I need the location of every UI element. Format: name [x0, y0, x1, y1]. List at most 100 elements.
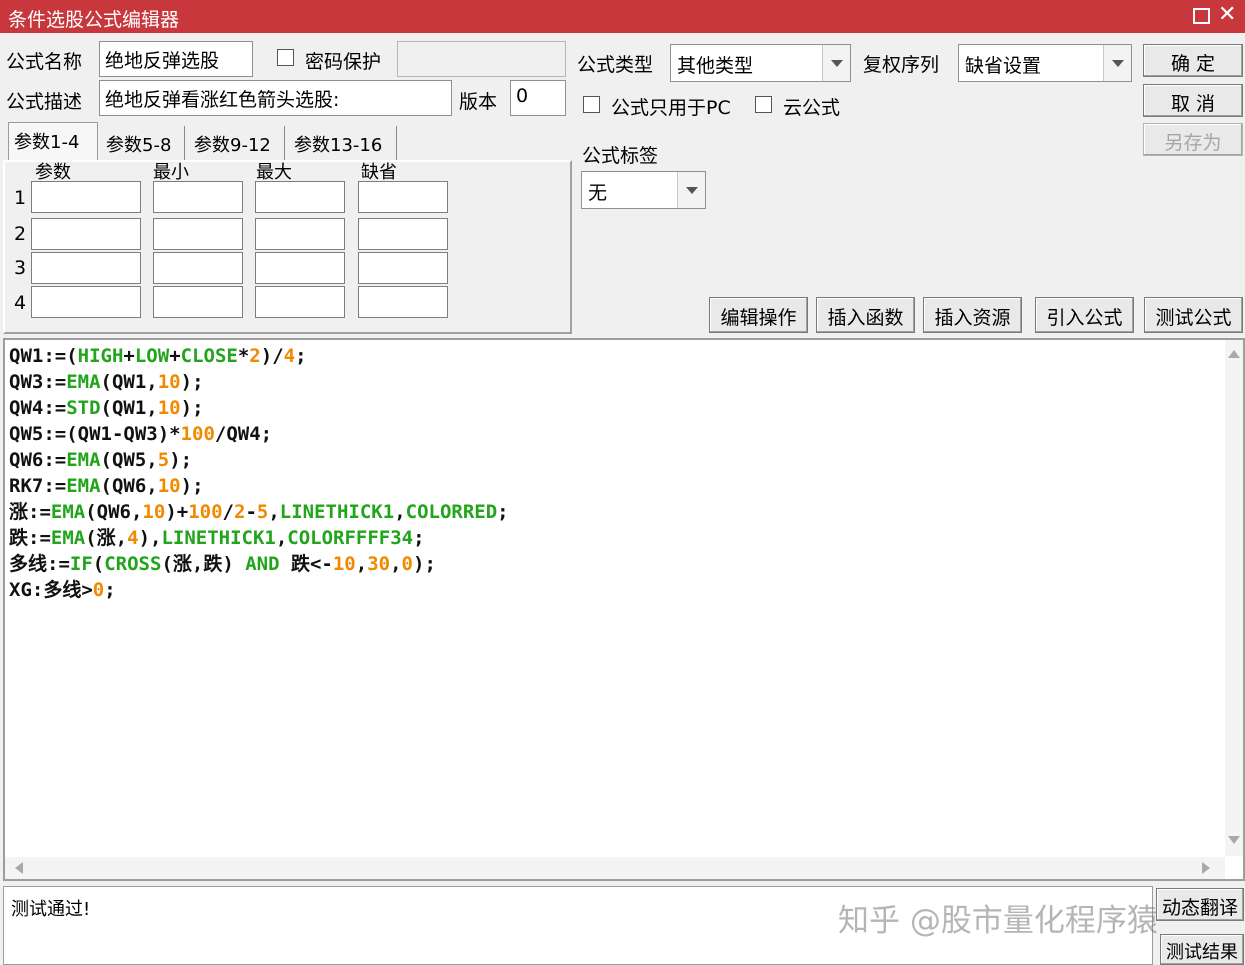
code-line[interactable]: QW3:=EMA(QW1,10); [9, 369, 509, 395]
tab-params-13-16[interactable]: 参数13-16 [289, 126, 397, 161]
code-token: 10 [157, 397, 181, 419]
code-token: 30 [367, 553, 391, 575]
cancel-button[interactable]: 取 消 [1143, 84, 1243, 117]
test-formula-button[interactable]: 测试公式 [1144, 297, 1243, 333]
password-input[interactable] [397, 41, 566, 77]
code-token: ; [104, 579, 116, 601]
code-token: COLORRED [405, 501, 498, 523]
test-result-button[interactable]: 测试结果 [1160, 934, 1244, 965]
insert-function-button[interactable]: 插入函数 [816, 297, 915, 333]
code-token: (涨,跌) [161, 553, 246, 575]
import-formula-button[interactable]: 引入公式 [1035, 297, 1134, 333]
code-token: 100 [188, 501, 223, 523]
param-2-max-input[interactable] [255, 218, 345, 250]
password-checkbox[interactable] [277, 49, 294, 66]
code-token: COLORFFFF34 [287, 527, 414, 549]
tab-params-9-12[interactable]: 参数9-12 [189, 126, 285, 161]
code-token: CROSS [104, 553, 162, 575]
code-line[interactable]: 涨:=EMA(QW6,10)+100/2-5,LINETHICK1,COLORR… [9, 499, 509, 525]
code-token: , [394, 501, 406, 523]
scroll-up-icon[interactable] [1228, 350, 1240, 358]
code-token: 多线:= [9, 553, 70, 575]
code-token: 10 [157, 371, 181, 393]
scroll-down-icon[interactable] [1228, 836, 1240, 844]
chevron-down-icon[interactable] [677, 172, 705, 208]
param-row-number: 1 [14, 187, 27, 209]
chevron-down-icon[interactable] [1103, 45, 1131, 81]
code-token: , [275, 527, 288, 549]
param-3-default-input[interactable] [358, 252, 448, 284]
param-4-min-input[interactable] [153, 286, 243, 318]
param-1-max-input[interactable] [255, 181, 345, 213]
code-token: QW3:= [9, 371, 67, 393]
code-token: 100 [180, 423, 215, 445]
code-token: LINETHICK1 [279, 501, 395, 523]
formula-tag-value: 无 [588, 182, 608, 204]
fq-series-select[interactable]: 缺省设置 [958, 44, 1132, 82]
param-4-max-input[interactable] [255, 286, 345, 318]
formula-desc-input[interactable]: 绝地反弹看涨红色箭头选股: [99, 80, 452, 116]
code-token: EMA [50, 527, 86, 549]
save-as-button[interactable]: 另存为 [1143, 123, 1243, 156]
ok-button-label: 确 定 [1170, 53, 1216, 75]
param-1-min-input[interactable] [153, 181, 243, 213]
formula-name-input[interactable]: 绝地反弹选股 [99, 41, 253, 77]
param-row-number: 2 [14, 223, 27, 245]
code-token: (QW6, [100, 475, 158, 497]
maximize-icon[interactable] [1193, 8, 1210, 24]
code-token: 5 [157, 449, 170, 471]
vertical-scrollbar[interactable] [1225, 340, 1243, 856]
param-4-default-input[interactable] [358, 286, 448, 318]
param-4-name-input[interactable] [31, 286, 141, 318]
version-input[interactable]: 0 [510, 80, 566, 116]
param-2-min-input[interactable] [153, 218, 243, 250]
code-line[interactable]: QW4:=STD(QW1,10); [9, 395, 509, 421]
code-token: , [390, 553, 402, 575]
code-token: ); [180, 475, 204, 497]
code-token: ( [92, 553, 105, 575]
param-3-name-input[interactable] [31, 252, 141, 284]
code-token: 4 [283, 345, 296, 367]
test-result-button-label: 测试结果 [1166, 942, 1238, 963]
formula-tag-select[interactable]: 无 [581, 171, 706, 209]
code-line[interactable]: 跌:=EMA(涨,4),LINETHICK1,COLORFFFF34; [9, 525, 509, 551]
chevron-down-icon[interactable] [822, 45, 850, 81]
tab-params-1-4[interactable]: 参数1-4 [8, 122, 98, 162]
tab-params-5-8[interactable]: 参数5-8 [101, 126, 185, 161]
code-token: 2 [249, 345, 261, 367]
insert-resource-button[interactable]: 插入资源 [923, 297, 1022, 333]
edit-ops-button[interactable]: 编辑操作 [709, 297, 808, 333]
code-line[interactable]: RK7:=EMA(QW6,10); [9, 473, 509, 499]
param-2-name-input[interactable] [31, 218, 141, 250]
code-token: - [245, 501, 257, 523]
code-line[interactable]: QW1:=(HIGH+LOW+CLOSE*2)/4; [9, 343, 509, 369]
param-2-default-input[interactable] [358, 218, 448, 250]
code-line[interactable]: XG:多线>0; [9, 577, 509, 603]
pc-only-checkbox[interactable] [583, 96, 600, 113]
code-line[interactable]: 多线:=IF(CROSS(涨,跌) AND 跌<-10,30,0); [9, 551, 509, 577]
code-token: 涨:= [9, 501, 51, 523]
param-1-default-input[interactable] [358, 181, 448, 213]
code-line[interactable]: QW6:=EMA(QW5,5); [9, 447, 509, 473]
watermark-text: 知乎 @股市量化程序猿 [838, 903, 1158, 939]
param-3-max-input[interactable] [255, 252, 345, 284]
scroll-left-icon[interactable] [15, 862, 23, 874]
code-line[interactable]: QW5:=(QW1-QW3)*100/QW4; [9, 421, 509, 447]
horizontal-scrollbar[interactable] [5, 857, 1225, 879]
code-token: IF [69, 553, 93, 575]
close-icon[interactable]: ✕ [1218, 2, 1236, 27]
ok-button[interactable]: 确 定 [1143, 44, 1243, 77]
formula-type-value: 其他类型 [677, 55, 754, 77]
formula-code-editor[interactable]: QW1:=(HIGH+LOW+CLOSE*2)/4; QW3:=EMA(QW1,1… [3, 338, 1245, 881]
auto-translate-button[interactable]: 动态翻译 [1156, 888, 1244, 921]
scroll-right-icon[interactable] [1202, 862, 1210, 874]
param-1-name-input[interactable] [31, 181, 141, 213]
fq-series-value: 缺省设置 [965, 55, 1042, 77]
formula-type-select[interactable]: 其他类型 [670, 44, 851, 82]
formula-code[interactable]: QW1:=(HIGH+LOW+CLOSE*2)/4; QW3:=EMA(QW1,1… [9, 343, 509, 603]
param-3-min-input[interactable] [153, 252, 243, 284]
code-token: 10 [142, 501, 166, 523]
fq-series-label: 复权序列 [863, 54, 940, 76]
password-label: 密码保护 [305, 51, 382, 73]
cloud-checkbox[interactable] [755, 96, 772, 113]
